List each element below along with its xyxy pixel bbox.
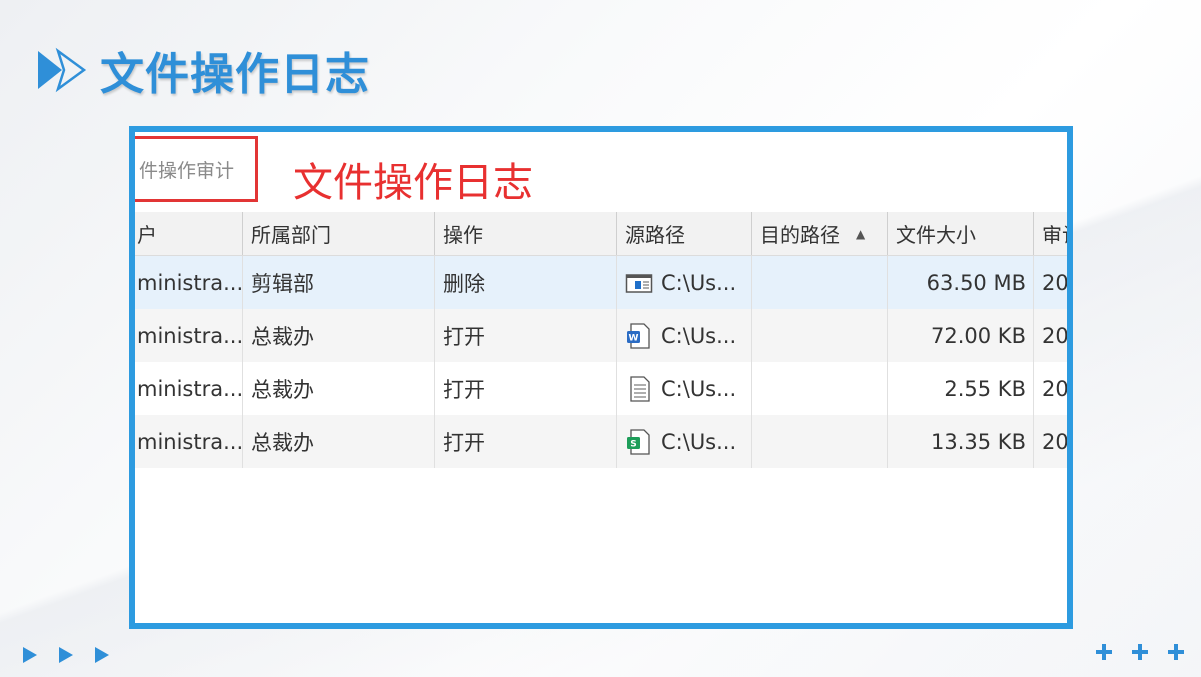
cell-operation: 删除 xyxy=(435,256,617,309)
cell-dept: 总裁办 xyxy=(243,362,435,415)
plus-icon xyxy=(1096,644,1112,660)
source-path-text: C:\Us... xyxy=(661,323,737,348)
column-header-destination-label: 目的路径 xyxy=(760,223,840,247)
cell-user: ministra... xyxy=(135,256,243,309)
cell-audit: 20 xyxy=(1042,270,1067,295)
cell-operation: 打开 xyxy=(435,309,617,362)
table-header: 户 所属部门 操作 源路径 目的路径 ▲ 文件大小 审计 xyxy=(135,212,1067,256)
column-header-dept[interactable]: 所属部门 xyxy=(243,212,435,255)
cell-operation: 打开 xyxy=(435,415,617,468)
column-header-destination-path[interactable]: 目的路径 ▲ xyxy=(752,212,888,255)
cell-file-size: 72.00 KB xyxy=(888,309,1034,362)
column-header-operation[interactable]: 操作 xyxy=(435,212,617,255)
cell-user: ministra... xyxy=(135,362,243,415)
cell-file-size: 63.50 MB xyxy=(888,256,1034,309)
svg-text:S: S xyxy=(630,439,636,449)
bottom-plus-decoration xyxy=(1095,643,1185,661)
cell-audit: 20 xyxy=(1042,376,1067,401)
cell-dept: 总裁办 xyxy=(243,309,435,362)
cell-source-path: C:\Us... xyxy=(617,256,752,309)
cell-file-size: 13.35 KB xyxy=(888,415,1034,468)
column-header-user[interactable]: 户 xyxy=(135,212,243,255)
cell-destination-path xyxy=(752,415,888,468)
table-row[interactable]: ministra... 总裁办 打开 W C:\Us... 72.00 KB 2… xyxy=(135,309,1067,362)
column-header-audit[interactable]: 审计 xyxy=(1034,212,1067,255)
column-header-source-path[interactable]: 源路径 xyxy=(617,212,752,255)
text-file-icon xyxy=(630,375,650,402)
annotation-label: 文件操作日志 xyxy=(293,160,533,206)
cell-destination-path xyxy=(752,256,888,309)
cell-source-path: S C:\Us... xyxy=(617,415,752,468)
source-path-text: C:\Us... xyxy=(661,429,737,454)
arrow-right-icon xyxy=(23,647,37,663)
cell-dept: 剪辑部 xyxy=(243,256,435,309)
arrow-right-icon xyxy=(59,647,73,663)
cell-source-path: W C:\Us... xyxy=(617,309,752,362)
table-row[interactable]: ministra... 剪辑部 删除 C:\Us... 63.50 MB 20 xyxy=(135,256,1067,309)
arrow-right-icon xyxy=(95,647,109,663)
word-file-icon: W xyxy=(627,322,650,349)
cell-dept: 总裁办 xyxy=(243,415,435,468)
bottom-arrow-decoration xyxy=(22,646,110,664)
screenshot-frame: 件操作审计 文件操作日志 户 所属部门 操作 源路径 目的路径 ▲ 文件大小 审… xyxy=(129,126,1073,629)
plus-icon xyxy=(1168,644,1184,660)
cell-destination-path xyxy=(752,362,888,415)
window-file-icon xyxy=(625,273,653,293)
audit-tab[interactable]: 件操作审计 xyxy=(135,136,258,202)
slide-title: 文件操作日志 xyxy=(100,49,370,100)
table-row[interactable]: ministra... 总裁办 打开 S C:\Us... 13.35 KB 2… xyxy=(135,415,1067,468)
cell-user: ministra... xyxy=(135,309,243,362)
cell-operation: 打开 xyxy=(435,362,617,415)
cell-file-size: 2.55 KB xyxy=(888,362,1034,415)
sort-ascending-icon: ▲ xyxy=(856,226,866,241)
cell-destination-path xyxy=(752,309,888,362)
slide-header: 文件操作日志 xyxy=(36,40,370,100)
source-path-text: C:\Us... xyxy=(661,270,737,295)
cell-audit: 20 xyxy=(1042,323,1067,348)
cell-user: ministra... xyxy=(135,415,243,468)
svg-text:W: W xyxy=(629,333,639,343)
plus-icon xyxy=(1132,644,1148,660)
audit-tab-label: 件操作审计 xyxy=(139,159,235,182)
spreadsheet-file-icon: S xyxy=(627,428,650,455)
cell-source-path: C:\Us... xyxy=(617,362,752,415)
column-header-file-size[interactable]: 文件大小 xyxy=(888,212,1034,255)
table-row[interactable]: ministra... 总裁办 打开 C:\Us... 2.55 KB 20 xyxy=(135,362,1067,415)
double-chevron-icon xyxy=(38,47,87,93)
source-path-text: C:\Us... xyxy=(661,376,737,401)
cell-audit: 20 xyxy=(1042,429,1067,454)
